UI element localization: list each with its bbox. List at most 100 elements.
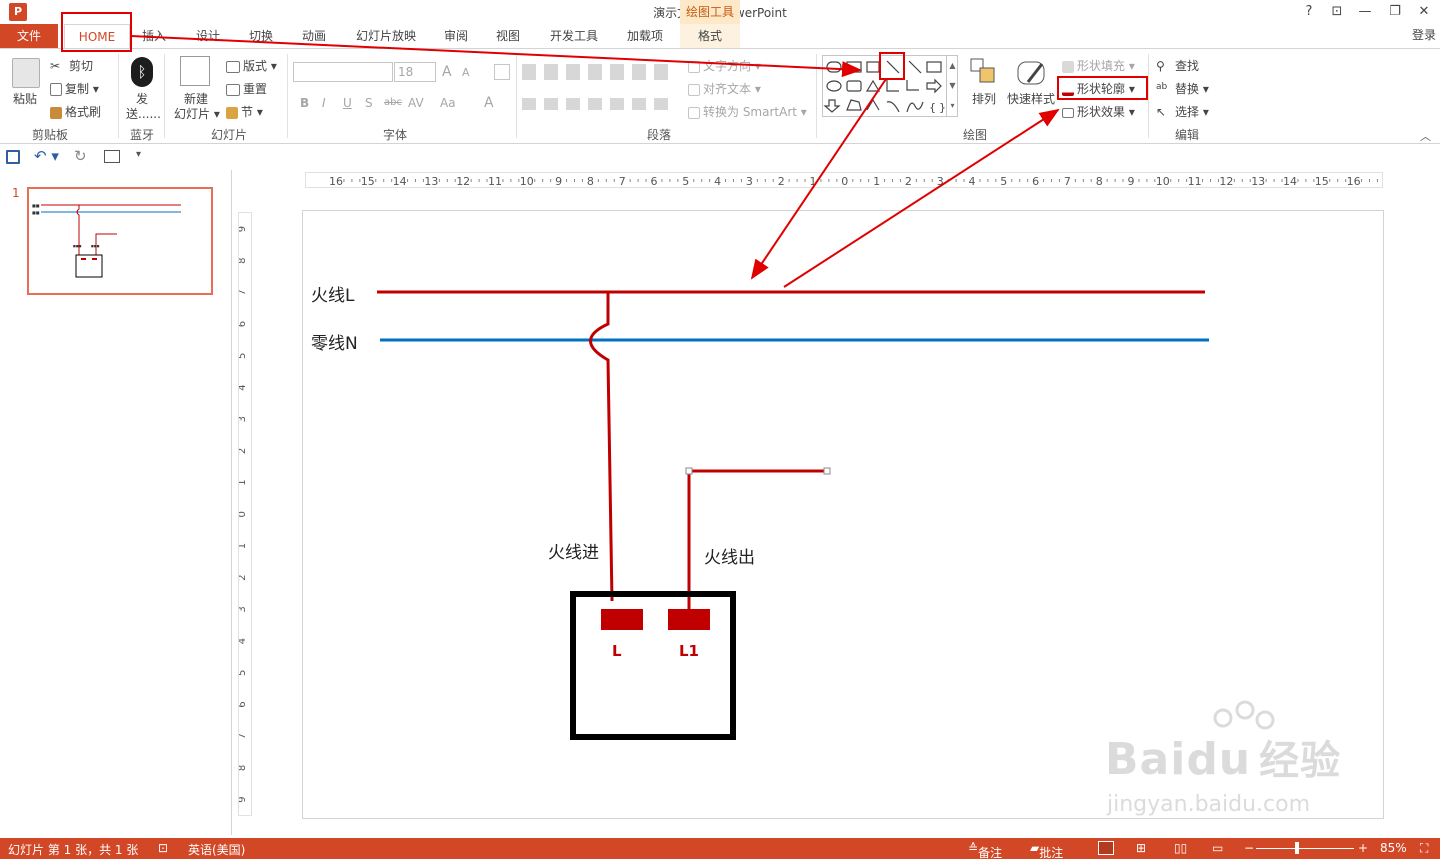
bluetooth-send-label-2[interactable]: 送...... [126,105,161,122]
alignment-buttons[interactable] [522,98,672,110]
bold-button[interactable]: B [300,96,309,110]
tab-transitions[interactable]: 切换 [243,24,279,48]
grow-font-button[interactable]: A [442,64,452,80]
terminal-l1-label[interactable]: L1 [679,642,699,660]
horizontal-ruler[interactable]: 16 15 14 13 12 11 10 9 8 7 6 5 4 3 2 1 0 1 2 3 4 5 6 7 8 9 10 11 12 1… [305,172,1383,188]
live-out-label[interactable]: 火线出 [704,543,755,568]
slides-group-label: 幻灯片 [210,128,247,142]
live-wire-label[interactable]: 火线L [311,281,354,306]
text-direction-button[interactable]: 文字方向 ▾ [688,57,761,74]
section-label: 节 [241,105,254,119]
slide-sorter-icon[interactable]: ⊞ [1136,841,1146,855]
sign-in-link[interactable]: 登录 [1412,26,1436,43]
save-icon[interactable] [6,150,20,164]
shape-effects-button[interactable]: 形状效果 ▾ [1062,103,1135,120]
font-size-combobox[interactable]: 18 [394,62,436,82]
undo-icon[interactable]: ↶ ▾ [34,147,59,165]
live-out-wire-selected[interactable] [687,469,827,611]
start-slideshow-icon[interactable] [104,150,120,163]
slide-thumbnail[interactable]: ■■ ■■ ■■■ ■■■ [27,187,213,295]
strikethrough-button[interactable]: abc [384,97,402,108]
language-status[interactable]: 英语(美国) [188,841,245,858]
spellcheck-icon[interactable]: ⊡ [158,841,168,855]
arrange-button[interactable]: 排列 [972,90,996,107]
tab-slideshow[interactable]: 幻灯片放映 [350,24,422,48]
selection-handle-end[interactable] [823,467,831,475]
terminal-l-block[interactable] [601,609,643,630]
zoom-slider-track[interactable] [1256,848,1354,849]
close-button[interactable]: ✕ [1411,2,1437,22]
list-indent-buttons[interactable] [522,64,672,80]
shrink-font-button[interactable]: A [462,66,470,79]
selection-handle-start[interactable] [685,467,693,475]
ribbon-display-options-button[interactable]: ⊡ [1324,2,1350,22]
reading-view-icon[interactable]: ▯▯ [1174,841,1187,855]
help-button[interactable]: ? [1296,2,1322,22]
new-slide-button[interactable]: 幻灯片 ▾ [174,105,220,122]
shape-outline-button[interactable]: 形状轮廓 ▾ [1062,80,1135,97]
tab-design[interactable]: 设计 [190,24,226,48]
cut-button[interactable]: ✂ 剪切 [50,57,93,75]
restore-button[interactable]: ❐ [1382,2,1408,22]
live-in-label[interactable]: 火线进 [548,538,599,563]
reset-button[interactable]: 重置 [226,80,267,97]
redo-icon[interactable]: ↻ [74,147,87,165]
normal-view-icon[interactable] [1098,841,1114,855]
quick-styles-button[interactable]: 快速样式 [1007,90,1055,107]
zoom-level[interactable]: 85% [1380,841,1407,855]
replace-button[interactable]: ab 替换 ▾ [1156,80,1209,98]
convert-smartart-button[interactable]: 转换为 SmartArt ▾ [688,103,807,120]
char-spacing-button[interactable]: AV [408,96,424,110]
ruler-h-label: 8 [1096,175,1103,187]
zoom-slider-thumb[interactable] [1295,842,1299,854]
shapes-gallery[interactable]: { } [822,55,958,117]
shapes-gallery-icons: { } [823,60,946,114]
layout-button[interactable]: 版式 ▾ [226,57,277,74]
clear-format-icon[interactable] [494,64,510,80]
tab-view[interactable]: 视图 [490,24,526,48]
smartart-label: 转换为 SmartArt [703,105,797,119]
tab-insert[interactable]: 插入 [136,24,172,48]
align-text-icon [688,83,700,96]
slideshow-view-icon[interactable]: ▭ [1212,841,1223,855]
format-painter-button[interactable]: 格式刷 [50,103,101,120]
paste-button[interactable]: 粘贴 [13,90,37,107]
fit-slide-icon[interactable]: ⛶ [1420,841,1428,856]
ruler-h-label: 11 [1188,175,1202,187]
tab-developer[interactable]: 开发工具 [544,24,604,48]
zoom-out-button[interactable]: − [1244,841,1254,855]
font-name-combobox[interactable] [293,62,393,82]
vertical-ruler[interactable]: 9 8 7 6 5 4 3 2 1 0 1 2 3 4 5 6 7 8 9 [237,212,252,816]
change-case-button[interactable]: Aa [440,96,456,110]
zoom-in-button[interactable]: + [1358,841,1368,855]
paint-bucket-icon [1062,60,1074,73]
ruler-v-label: 4 [239,638,248,644]
tab-review[interactable]: 审阅 [438,24,474,48]
gallery-scroll-buttons[interactable]: ▲ ▼ ▾ [946,56,958,116]
shape-fill-button[interactable]: 形状填充 ▾ [1062,57,1135,74]
underline-button[interactable]: U [343,96,352,110]
select-button[interactable]: ↖ 选择 ▾ [1156,103,1209,121]
italic-button[interactable]: I [322,96,326,110]
neutral-wire-label[interactable]: 零线N [311,329,358,354]
notes-button[interactable]: ≙ 备注 [968,841,1002,859]
shadow-button[interactable]: S [365,96,373,110]
copy-button[interactable]: 复制 ▾ [50,80,99,97]
tab-addins[interactable]: 加载项 [620,24,670,48]
ruler-h-label: 9 [1128,175,1135,187]
tab-format[interactable]: 格式 [680,24,740,48]
minimize-button[interactable]: — [1352,2,1378,22]
customize-toolbar-icon[interactable]: ▾ [136,149,141,160]
find-button[interactable]: ⚲ 查找 [1156,57,1199,75]
tab-file[interactable]: 文件 [0,24,58,48]
terminal-l-label[interactable]: L [612,642,622,660]
font-color-button[interactable]: A [484,95,494,111]
comments-button[interactable]: ▰ 批注 [1030,841,1063,859]
section-button[interactable]: 节 ▾ [226,103,263,120]
tab-home[interactable]: HOME [64,24,130,48]
tab-animations[interactable]: 动画 [296,24,332,48]
collapse-ribbon-icon[interactable]: ︿ [1420,128,1431,144]
terminal-l1-block[interactable] [668,609,710,630]
align-text-button[interactable]: 对齐文本 ▾ [688,80,761,97]
ruler-h-label: 2 [905,175,912,187]
